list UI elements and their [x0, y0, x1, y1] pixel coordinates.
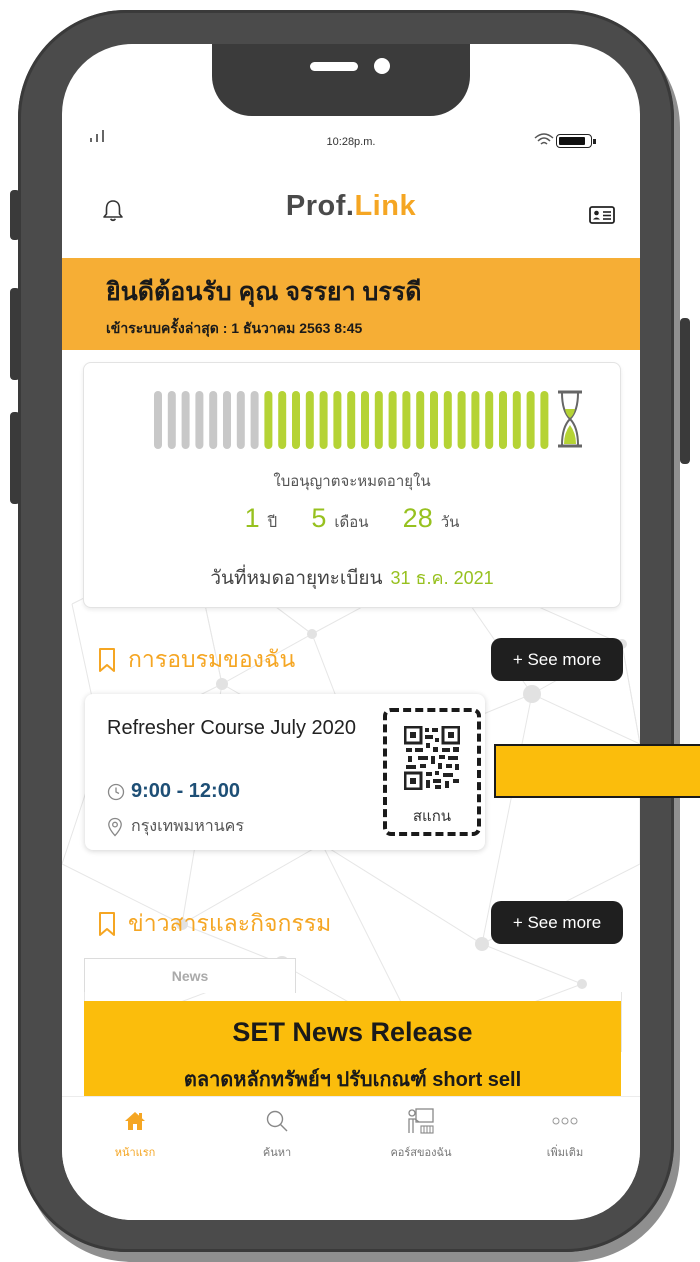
bookmark-icon: [99, 912, 115, 936]
years-unit: ปี: [267, 514, 278, 531]
nav-label-home: หน้าแรก: [114, 1147, 156, 1159]
license-bar: [333, 391, 342, 449]
license-bar: [319, 391, 328, 449]
license-bar: [209, 391, 218, 449]
license-bar: [305, 391, 314, 449]
battery-icon: [556, 134, 592, 148]
years-value: 1: [244, 503, 260, 533]
license-bar: [402, 391, 411, 449]
license-progress-bars: [154, 391, 549, 449]
license-bar: [388, 391, 397, 449]
phone-button-power: [680, 318, 690, 464]
phone-button-volume-up: [10, 288, 20, 380]
registration-expiry: วันที่หมดอายุทะเบียน 31 ธ.ค. 2021: [84, 563, 620, 593]
id-card-icon[interactable]: [589, 206, 615, 224]
nav-item-my-courses[interactable]: คอร์สของฉัน: [366, 1107, 476, 1161]
front-camera: [374, 58, 390, 74]
bookmark-icon: [99, 648, 115, 672]
news-section-title: ข่าวสารและกิจกรรม: [128, 910, 332, 936]
phone-button-action: [10, 190, 20, 240]
nav-label-my-courses: คอร์สของฉัน: [390, 1147, 452, 1159]
license-bar: [374, 391, 383, 449]
license-bar: [292, 391, 300, 449]
license-bar: [457, 391, 466, 449]
phone-button-volume-down: [10, 412, 20, 504]
training-section-header: การอบรมของฉัน: [98, 642, 295, 678]
months-unit: เดือน: [334, 514, 369, 531]
license-bar: [471, 391, 480, 449]
course-time: 9:00 - 12:00: [131, 780, 240, 802]
news-tab[interactable]: News: [84, 958, 296, 993]
phone-screen: 10:28p.m. Prof.Link ยินดีต้อนรับ คุณ จรร…: [62, 44, 640, 1220]
license-bar: [540, 391, 549, 449]
license-bar: [485, 391, 494, 449]
license-bar: [347, 391, 356, 449]
training-section-title: การอบรมของฉัน: [128, 646, 296, 672]
news-see-more-button[interactable]: + See more: [491, 901, 623, 944]
license-bar: [223, 391, 231, 449]
license-bar: [264, 391, 273, 449]
bottom-navigation: หน้าแรก ค้นหา คอร์สของฉัน เพิ่มเติม: [62, 1096, 640, 1220]
qr-code-icon: [404, 726, 460, 790]
expire-label: ใบอนุญาตจะหมดอายุใน: [273, 473, 431, 490]
scan-label: สแกน: [412, 808, 452, 825]
nav-label-search: ค้นหา: [262, 1147, 292, 1159]
license-bar: [236, 391, 245, 449]
license-bar: [278, 391, 287, 449]
news-banner-title: SET News Release: [232, 1017, 473, 1047]
training-see-more-button[interactable]: + See more: [491, 638, 623, 681]
last-login-text: เข้าระบบครั้งล่าสุด : 1 ธันวาคม 2563 8:4…: [106, 320, 363, 336]
annotation-arrow: [494, 744, 700, 798]
scan-qr-button[interactable]: สแกน: [383, 708, 481, 836]
course-card[interactable]: Refresher Course July 2020 9:00 - 12:00 …: [85, 694, 485, 850]
speaker-grille: [310, 62, 358, 71]
license-bar: [512, 391, 521, 449]
license-bar: [526, 391, 535, 449]
news-banner[interactable]: SET News Release ตลาดหลักทรัพย์ฯ ปรับเกณ…: [84, 1001, 621, 1111]
course-title: Refresher Course July 2020: [107, 717, 357, 739]
wifi-icon: [534, 133, 554, 145]
brand-logo: Prof.Link: [285, 190, 417, 222]
news-banner-subtitle: ตลาดหลักทรัพย์ฯ ปรับเกณฑ์ short sell: [183, 1069, 522, 1091]
search-icon: [266, 1110, 288, 1132]
license-bar: [443, 391, 452, 449]
course-time-row: 9:00 - 12:00: [107, 780, 240, 803]
welcome-title: ยินดีต้อนรับ คุณ จรรยา บรรดี: [106, 278, 422, 306]
more-icon: [552, 1117, 578, 1125]
days-value: 28: [402, 503, 433, 533]
news-section-header: ข่าวสารและกิจกรรม: [98, 906, 331, 942]
course-location-row: กรุงเทพมหานคร: [107, 814, 244, 839]
welcome-banner: ยินดีต้อนรับ คุณ จรรยา บรรดี เข้าระบบครั…: [62, 258, 640, 350]
license-expiry-card: ใบอนุญาตจะหมดอายุใน 1 ปี 5 เดือน 28 วัน วัน…: [83, 362, 621, 608]
location-pin-icon: [108, 817, 122, 836]
license-bar: [154, 391, 162, 449]
expire-date-label: วันที่หมดอายุทะเบียน: [210, 568, 383, 589]
nav-item-search[interactable]: ค้นหา: [222, 1107, 332, 1161]
license-bar: [167, 391, 176, 449]
course-icon: [408, 1108, 434, 1134]
battery-cap: [593, 139, 596, 144]
license-bar: [250, 391, 259, 449]
nav-item-more[interactable]: เพิ่มเติม: [510, 1107, 620, 1161]
nav-item-home[interactable]: หน้าแรก: [80, 1107, 190, 1161]
days-unit: วัน: [440, 514, 460, 531]
expire-date-value: 31 ธ.ค. 2021: [390, 568, 494, 588]
license-bar: [416, 391, 425, 449]
phone-notch: [212, 44, 470, 116]
expiry-countdown: 1 ปี 5 เดือน 28 วัน: [84, 503, 620, 534]
nav-label-more: เพิ่มเติม: [546, 1147, 584, 1159]
license-bar: [430, 391, 438, 449]
license-bar: [499, 391, 507, 449]
license-bar: [181, 391, 190, 449]
home-icon: [125, 1112, 145, 1130]
course-location: กรุงเทพมหานคร: [131, 818, 244, 835]
clock-icon: [107, 783, 125, 800]
license-bar: [195, 391, 204, 449]
months-value: 5: [311, 503, 327, 533]
license-bar: [361, 391, 369, 449]
hourglass-icon: [558, 390, 582, 448]
